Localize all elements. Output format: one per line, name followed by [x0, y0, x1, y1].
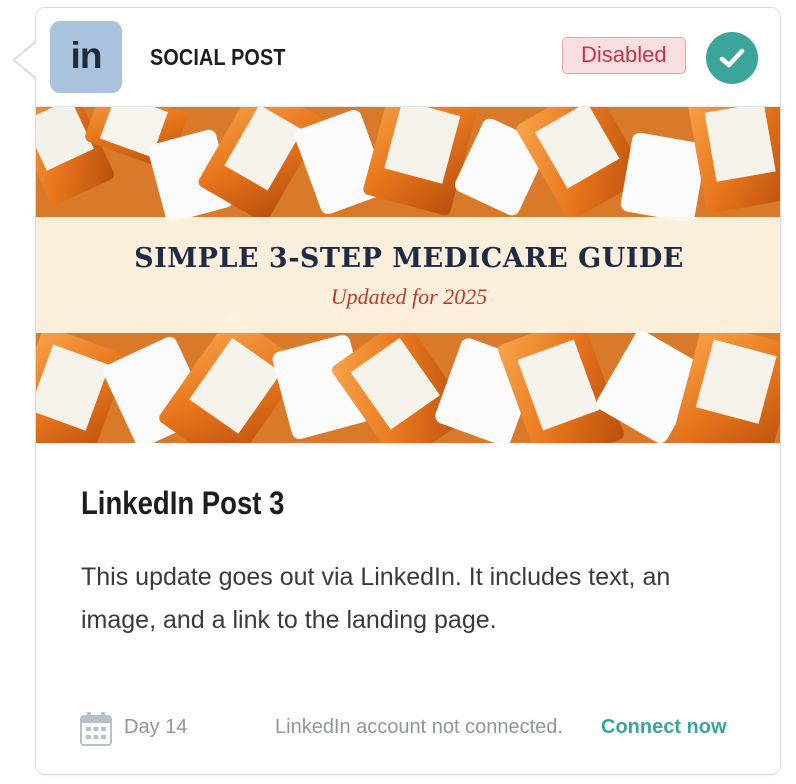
card-pointer-inner — [15, 41, 37, 78]
post-image: SIMPLE 3-STEP MEDICARE GUIDE Updated for… — [36, 107, 780, 443]
connection-status-message: LinkedIn account not connected. — [275, 716, 563, 738]
card-header: in SOCIAL POST Disabled — [36, 8, 780, 107]
social-post-card[interactable]: in SOCIAL POST Disabled SIMPLE 3-STEP ME… — [35, 7, 781, 775]
post-type-label: SOCIAL POST — [150, 44, 286, 70]
card-footer: Day 14 LinkedIn account not connected. C… — [36, 708, 780, 748]
status-badge: Disabled — [562, 37, 686, 74]
schedule-day: Day 14 — [124, 716, 188, 738]
post-title: LinkedIn Post 3 — [81, 485, 285, 521]
connect-now-link[interactable]: Connect now — [601, 716, 727, 739]
banner-title-band: SIMPLE 3-STEP MEDICARE GUIDE Updated for… — [36, 217, 780, 333]
check-icon[interactable] — [706, 32, 758, 84]
banner-subtitle: Updated for 2025 — [330, 284, 488, 309]
checkmark-svg — [719, 48, 745, 68]
calendar-icon — [80, 712, 112, 746]
post-description: This update goes out via LinkedIn. It in… — [81, 563, 671, 634]
banner-title: SIMPLE 3-STEP MEDICARE GUIDE — [134, 243, 684, 274]
linkedin-logo-icon: in — [50, 21, 122, 93]
linkedin-logo-text: in — [70, 35, 103, 76]
